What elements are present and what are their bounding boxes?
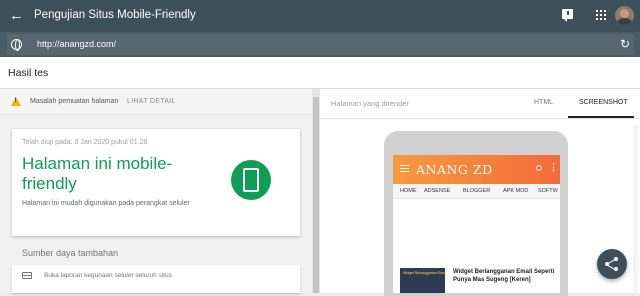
site-nav-item: SOFTW bbox=[538, 188, 558, 194]
post-title: Widget Berlangganan Email Seperti Punya … bbox=[453, 269, 555, 283]
tab-screenshot[interactable]: SCREENSHOT bbox=[579, 99, 628, 106]
menu-icon bbox=[400, 165, 409, 172]
warning-icon bbox=[11, 97, 21, 106]
share-icon bbox=[605, 257, 619, 271]
warning-text: Masalah pemuatan halaman bbox=[30, 98, 119, 105]
results-header bbox=[0, 57, 640, 89]
search-icon bbox=[536, 165, 542, 171]
refresh-icon[interactable]: ↻ bbox=[620, 37, 630, 51]
url-text[interactable]: http://anangzd.com/ bbox=[37, 39, 116, 49]
view-details-link[interactable]: LIHAT DETAIL bbox=[127, 98, 176, 105]
apps-grid-icon[interactable] bbox=[596, 10, 606, 20]
resource-item[interactable] bbox=[12, 265, 300, 293]
tested-timestamp: Telah diuji pada: 3 Jan 2020 pukul 01.28 bbox=[22, 139, 148, 146]
arrow-back-icon[interactable]: ← bbox=[9, 8, 25, 24]
avatar[interactable] bbox=[615, 6, 634, 25]
site-name: ANANG ZD bbox=[416, 162, 493, 177]
post-thumbnail-text: Widget Berlangganan Email bbox=[403, 271, 447, 275]
right-scrollbar[interactable] bbox=[633, 125, 638, 293]
phone-icon bbox=[243, 168, 259, 192]
site-nav-item: BLOGGER bbox=[463, 188, 491, 194]
preview-heading: Halaman yang dirender bbox=[331, 99, 409, 108]
resource-item-label: Buka laporan kegunaan seluler seluruh si… bbox=[44, 272, 172, 279]
tab-divider bbox=[320, 118, 640, 119]
page-title: Pengujian Situs Mobile-Friendly bbox=[34, 9, 196, 21]
site-nav-item: APK MOD bbox=[503, 188, 529, 194]
results-heading: Hasil tes bbox=[8, 67, 49, 79]
report-icon bbox=[22, 272, 32, 279]
result-description: Halaman ini mudah digunakan pada perangk… bbox=[22, 200, 190, 207]
more-vert-icon: ⋮ bbox=[549, 162, 558, 172]
left-scrollbar-thumb[interactable] bbox=[313, 97, 319, 293]
site-nav-item: ADSENSE bbox=[424, 188, 451, 194]
resources-heading: Sumber daya tambahan bbox=[22, 248, 119, 258]
feedback-icon[interactable] bbox=[562, 9, 573, 22]
result-headline: Halaman ini mobile-friendly bbox=[22, 154, 173, 193]
globe-icon bbox=[11, 39, 22, 51]
tab-html[interactable]: HTML bbox=[534, 99, 553, 106]
site-nav-item: HOME bbox=[400, 188, 417, 194]
